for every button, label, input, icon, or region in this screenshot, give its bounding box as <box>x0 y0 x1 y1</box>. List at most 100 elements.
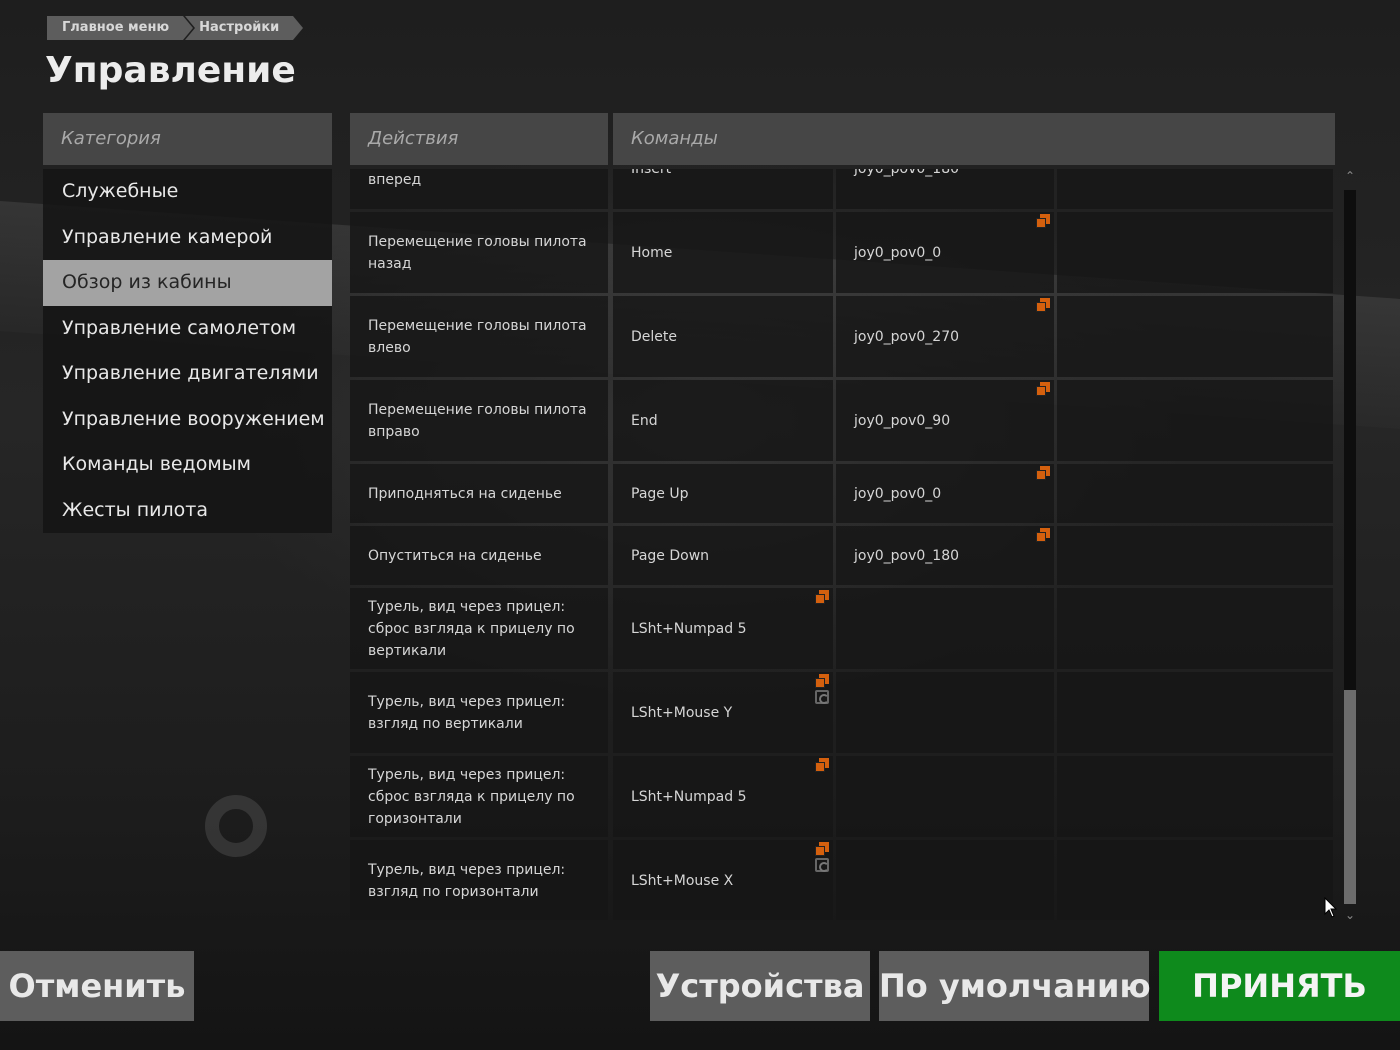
action-label: Перемещение головы пилота назад <box>350 212 608 293</box>
primary-key-label: Page Down <box>631 547 710 564</box>
mouse-cursor-icon <box>1324 897 1338 918</box>
primary-key-cell[interactable]: End <box>613 380 833 461</box>
page-title: Управление <box>45 50 296 91</box>
copy-binding-icon[interactable] <box>1036 298 1050 312</box>
cancel-button[interactable]: Отменить <box>0 951 194 1021</box>
action-label: Перемещение головы пилота вперед <box>350 169 608 209</box>
primary-key-label: LSht+Mouse X <box>631 872 734 889</box>
primary-key-label: Delete <box>631 328 677 345</box>
scroll-down-arrow-icon[interactable]: ⌄ <box>1342 907 1358 923</box>
action-label: Приподняться на сиденье <box>350 464 608 523</box>
primary-key-cell[interactable]: Page Down <box>613 526 833 585</box>
action-label: Турель, вид через прицел: сброс взгляда … <box>350 588 608 669</box>
accept-button[interactable]: ПРИНЯТЬ <box>1159 951 1400 1021</box>
scroll-up-arrow-icon[interactable]: ⌃ <box>1342 168 1358 184</box>
primary-key-cell[interactable]: Delete <box>613 296 833 377</box>
extra-key-cell[interactable] <box>1057 296 1333 377</box>
secondary-key-label: joy0_pov0_0 <box>854 244 942 261</box>
table-row: Турель, вид через прицел: сброс взгляда … <box>350 756 1336 837</box>
copy-binding-icon[interactable] <box>815 674 829 688</box>
action-label: Турель, вид через прицел: взгляд по верт… <box>350 672 608 753</box>
secondary-key-label: joy0_pov0_180 <box>854 547 960 564</box>
category-item[interactable]: Управление вооружением <box>43 397 332 443</box>
copy-binding-icon[interactable] <box>1036 528 1050 542</box>
defaults-button[interactable]: По умолчанию <box>879 951 1151 1021</box>
header-category: Категория <box>43 113 332 165</box>
primary-key-label: LSht+Mouse Y <box>631 704 733 721</box>
table-row: Турель, вид через прицел: взгляд по верт… <box>350 672 1336 753</box>
header-actions: Действия <box>350 113 608 165</box>
action-label: Перемещение головы пилота вправо <box>350 380 608 461</box>
category-item[interactable]: Команды ведомым <box>43 442 332 488</box>
background-wheel <box>205 795 267 857</box>
copy-binding-icon[interactable] <box>1036 214 1050 228</box>
action-label: Опуститься на сиденье <box>350 526 608 585</box>
extra-key-cell[interactable] <box>1057 840 1333 920</box>
extra-key-cell[interactable] <box>1057 672 1333 753</box>
breadcrumb: Главное меню Настройки <box>47 16 304 40</box>
secondary-key-label: joy0_pov0_90 <box>854 412 951 429</box>
primary-key-label: LSht+Numpad 5 <box>631 620 747 637</box>
table-row: Турель, вид через прицел: сброс взгляда … <box>350 588 1336 669</box>
secondary-key-cell[interactable] <box>836 840 1054 920</box>
header-commands: Команды <box>613 113 1335 165</box>
secondary-key-cell[interactable]: joy0_pov0_90 <box>836 380 1054 461</box>
secondary-key-cell[interactable] <box>836 756 1054 837</box>
primary-key-label: Home <box>631 244 673 261</box>
table-row: Перемещение головы пилота вперед Insert jo… <box>350 169 1336 209</box>
copy-binding-icon[interactable] <box>815 758 829 772</box>
primary-key-label: LSht+Numpad 5 <box>631 788 747 805</box>
secondary-key-label: joy0_pov0_270 <box>854 328 960 345</box>
primary-key-cell[interactable]: LSht+Numpad 5 <box>613 588 833 669</box>
secondary-key-cell[interactable]: joy0_pov0_0 <box>836 212 1054 293</box>
category-item[interactable]: Управление самолетом <box>43 306 332 352</box>
extra-key-cell[interactable] <box>1057 588 1333 669</box>
primary-key-cell[interactable]: LSht+Numpad 5 <box>613 756 833 837</box>
secondary-key-label: joy0_pov0_180 <box>854 169 959 177</box>
bindings-table-body: Перемещение головы пилота вперед Insert jo… <box>350 169 1336 920</box>
table-row: Опуститься на сиденье Page Down joy0_pov0_… <box>350 526 1336 585</box>
secondary-key-label: joy0_pov0_0 <box>854 485 942 502</box>
action-label: Перемещение головы пилота влево <box>350 296 608 377</box>
primary-key-cell[interactable]: LSht+Mouse Y <box>613 672 833 753</box>
primary-key-cell[interactable]: LSht+Mouse X <box>613 840 833 920</box>
table-row: Приподняться на сиденье Page Up joy0_pov0_… <box>350 464 1336 523</box>
category-item[interactable]: Жесты пилота <box>43 488 332 534</box>
category-item[interactable]: Обзор из кабины <box>43 260 332 306</box>
devices-button[interactable]: Устройства <box>650 951 870 1021</box>
breadcrumb-main-menu[interactable]: Главное меню <box>47 16 194 40</box>
extra-key-cell[interactable] <box>1057 756 1333 837</box>
category-item[interactable]: Служебные <box>43 169 332 215</box>
breadcrumb-settings[interactable]: Настройки <box>185 16 304 40</box>
secondary-key-cell[interactable]: joy0_pov0_180 <box>836 526 1054 585</box>
extra-key-cell[interactable] <box>1057 464 1333 523</box>
secondary-key-cell[interactable]: joy0_pov0_270 <box>836 296 1054 377</box>
copy-binding-icon[interactable] <box>1036 382 1050 396</box>
primary-key-cell[interactable]: Home <box>613 212 833 293</box>
secondary-key-cell[interactable]: joy0_pov0_180 <box>836 169 1054 209</box>
category-item[interactable]: Управление камерой <box>43 215 332 261</box>
primary-key-label: Page Up <box>631 485 689 502</box>
invert-axis-icon[interactable] <box>815 690 829 704</box>
copy-binding-icon[interactable] <box>1036 466 1050 480</box>
table-row: Перемещение головы пилота вправо End joy0_… <box>350 380 1336 461</box>
invert-axis-icon[interactable] <box>815 858 829 872</box>
primary-key-label: End <box>631 412 658 429</box>
copy-binding-icon[interactable] <box>815 842 829 856</box>
category-item[interactable]: Управление двигателями <box>43 351 332 397</box>
secondary-key-cell[interactable] <box>836 588 1054 669</box>
primary-key-label: Insert <box>631 169 671 177</box>
primary-key-cell[interactable]: Page Up <box>613 464 833 523</box>
primary-key-cell[interactable]: Insert <box>613 169 833 209</box>
secondary-key-cell[interactable]: joy0_pov0_0 <box>836 464 1054 523</box>
copy-binding-icon[interactable] <box>815 590 829 604</box>
extra-key-cell[interactable] <box>1057 212 1333 293</box>
extra-key-cell[interactable] <box>1057 526 1333 585</box>
extra-key-cell[interactable] <box>1057 169 1333 209</box>
secondary-key-cell[interactable] <box>836 672 1054 753</box>
scrollbar-thumb[interactable] <box>1344 690 1356 904</box>
extra-key-cell[interactable] <box>1057 380 1333 461</box>
bindings-table: Перемещение головы пилота вперед Insert jo… <box>350 169 1336 920</box>
category-list: Служебные Управление камерой Обзор из каби… <box>43 169 332 533</box>
action-label: Турель, вид через прицел: сброс взгляда … <box>350 756 608 837</box>
